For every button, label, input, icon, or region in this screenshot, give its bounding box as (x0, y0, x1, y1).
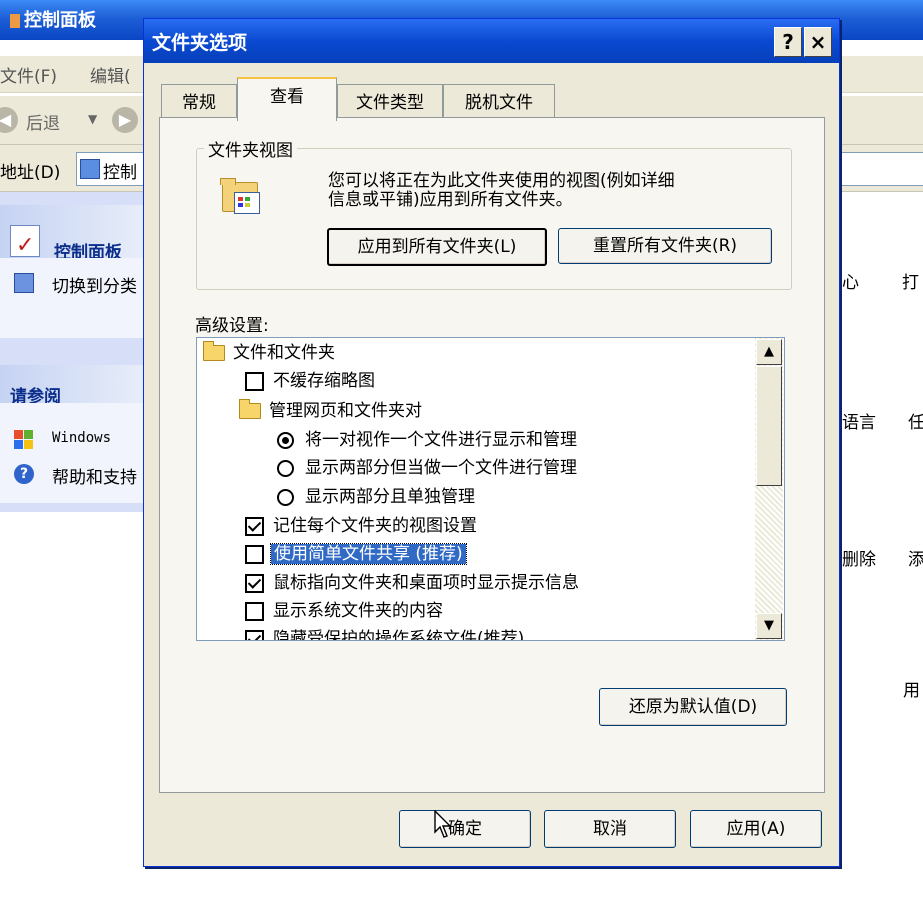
address-label: 地址(D) (0, 163, 61, 183)
tree-checkbox[interactable]: 记住每个文件夹的视图设置 (245, 513, 477, 539)
folder-view-icon (220, 176, 266, 216)
control-panel-title: 控制面板 (10, 6, 96, 32)
cp-item-fragment[interactable]: 语言 (842, 408, 876, 433)
back-label[interactable]: 后退 (26, 109, 60, 134)
checkbox-unchecked[interactable] (245, 602, 264, 621)
address-input[interactable]: 控制 (76, 152, 148, 186)
menu-file[interactable]: 文件(F) (0, 62, 57, 87)
control-panel-small-icon (80, 159, 100, 179)
menu-edit[interactable]: 编辑( (90, 62, 131, 87)
scroll-up-arrow-icon[interactable]: ▲ (756, 339, 782, 365)
checkbox-unchecked[interactable] (245, 372, 264, 391)
cp-item-fragment[interactable]: 添 (908, 545, 923, 570)
address-value: 控制 (103, 163, 137, 183)
help-support-link[interactable]: 帮助和支持 (52, 463, 137, 488)
tree-radio[interactable]: 显示两部分但当做一个文件进行管理 (277, 455, 577, 481)
tree-radio[interactable]: 将一对视作一个文件进行显示和管理 (277, 427, 577, 453)
tree-checkbox[interactable]: 隐藏受保护的操作系统文件(推荐) (245, 626, 525, 641)
scroll-down-arrow-icon[interactable]: ▼ (756, 613, 782, 639)
tree-item-label: 隐藏受保护的操作系统文件(推荐) (273, 629, 525, 641)
cp-item-fragment[interactable]: 删除 (842, 545, 876, 570)
tree-item-label: 记住每个文件夹的视图设置 (273, 516, 477, 536)
tree-item-label: 将一对视作一个文件进行显示和管理 (305, 430, 577, 450)
checkbox-checked[interactable] (245, 574, 264, 593)
folder-icon (203, 341, 225, 361)
scrollbar-thumb[interactable] (756, 366, 782, 486)
checkbox-unchecked[interactable] (245, 545, 264, 564)
tree-checkbox[interactable]: 不缓存缩略图 (245, 368, 375, 394)
tree-checkbox[interactable]: 显示系统文件夹的内容 (245, 598, 443, 624)
cp-item-fragment[interactable]: 打 (902, 268, 919, 293)
advanced-settings-list[interactable]: 文件和文件夹 不缓存缩略图 管理网页和文件夹对 将一对视作一个文件进行显示和管理… (196, 337, 785, 641)
tree-item-label-selected: 使用简单文件共享 (推荐) (270, 543, 467, 565)
tab-view[interactable]: 查看 (237, 77, 337, 121)
control-panel-large-icon: ✓ (4, 221, 44, 259)
cp-item-fragment[interactable]: 任 (908, 408, 923, 433)
tree-folder[interactable]: 管理网页和文件夹对 (239, 398, 422, 424)
tab-general[interactable]: 常规 (161, 84, 237, 121)
tree-item-label: 鼠标指向文件夹和桌面项时显示提示信息 (273, 573, 579, 593)
see-also-body (0, 403, 150, 503)
sidebar-panel-body (0, 258, 150, 338)
forward-arrow-icon[interactable]: ▶ (112, 107, 138, 133)
tree-checkbox[interactable]: 鼠标指向文件夹和桌面项时显示提示信息 (245, 570, 579, 596)
folder-views-label: 文件夹视图 (204, 136, 297, 161)
address-input-right[interactable] (838, 152, 923, 186)
windows-update-link[interactable]: Windows (52, 430, 111, 446)
close-button[interactable]: × (804, 27, 832, 57)
radio-unselected[interactable] (277, 460, 294, 477)
windows-update-icon (14, 430, 34, 450)
checkbox-checked[interactable] (245, 517, 264, 536)
apply-to-all-folders-button[interactable]: 应用到所有文件夹(L) (327, 228, 547, 266)
ok-button[interactable]: 确定 (399, 810, 531, 848)
folder-views-group (196, 148, 792, 290)
radio-unselected[interactable] (277, 489, 294, 506)
reset-all-folders-button[interactable]: 重置所有文件夹(R) (558, 228, 772, 264)
tree-checkbox[interactable]: 使用简单文件共享 (推荐) (245, 541, 467, 567)
folder-icon (239, 399, 261, 419)
switch-to-category-link[interactable]: 切换到分类 (52, 272, 137, 297)
advanced-settings-label: 高级设置: (195, 316, 269, 336)
tree-folder[interactable]: 文件和文件夹 (203, 340, 335, 366)
tree-item-label: 管理网页和文件夹对 (269, 401, 422, 421)
tree-item-label: 显示两部分且单独管理 (305, 487, 475, 507)
mouse-cursor-icon (434, 809, 454, 840)
dialog-title: 文件夹选项 (152, 32, 248, 54)
control-panel-title-icon (10, 14, 20, 28)
tree-item-label: 显示两部分但当做一个文件进行管理 (305, 458, 577, 478)
cp-item-fragment[interactable]: 心 (842, 268, 859, 293)
dialog-titlebar (144, 19, 839, 63)
help-button[interactable]: ? (774, 27, 802, 57)
restore-defaults-button[interactable]: 还原为默认值(D) (599, 688, 787, 726)
cancel-button[interactable]: 取消 (544, 810, 676, 848)
description-line-1: 您可以将正在为此文件夹使用的视图(例如详细 (328, 171, 675, 191)
tree-item-label: 显示系统文件夹的内容 (273, 601, 443, 621)
tab-file-types[interactable]: 文件类型 (337, 84, 443, 121)
checkbox-checked[interactable] (245, 630, 264, 640)
tree-item-label: 文件和文件夹 (233, 343, 335, 363)
tree-radio[interactable]: 显示两部分且单独管理 (277, 484, 475, 510)
help-icon: ? (14, 464, 34, 484)
back-dropdown-icon[interactable]: ▼ (88, 112, 97, 126)
apply-button[interactable]: 应用(A) (690, 810, 822, 848)
vertical-scrollbar[interactable]: ▲ ▼ (755, 338, 783, 640)
folder-views-description: 您可以将正在为此文件夹使用的视图(例如详细 信息或平铺)应用到所有文件夹。 (328, 172, 675, 210)
tree-item-label: 不缓存缩略图 (273, 371, 375, 391)
tab-offline-files[interactable]: 脱机文件 (443, 84, 555, 121)
cp-item-fragment[interactable]: 用 (903, 676, 920, 701)
radio-selected[interactable] (277, 432, 294, 449)
switch-view-icon (14, 273, 34, 293)
description-line-2: 信息或平铺)应用到所有文件夹。 (328, 190, 573, 210)
